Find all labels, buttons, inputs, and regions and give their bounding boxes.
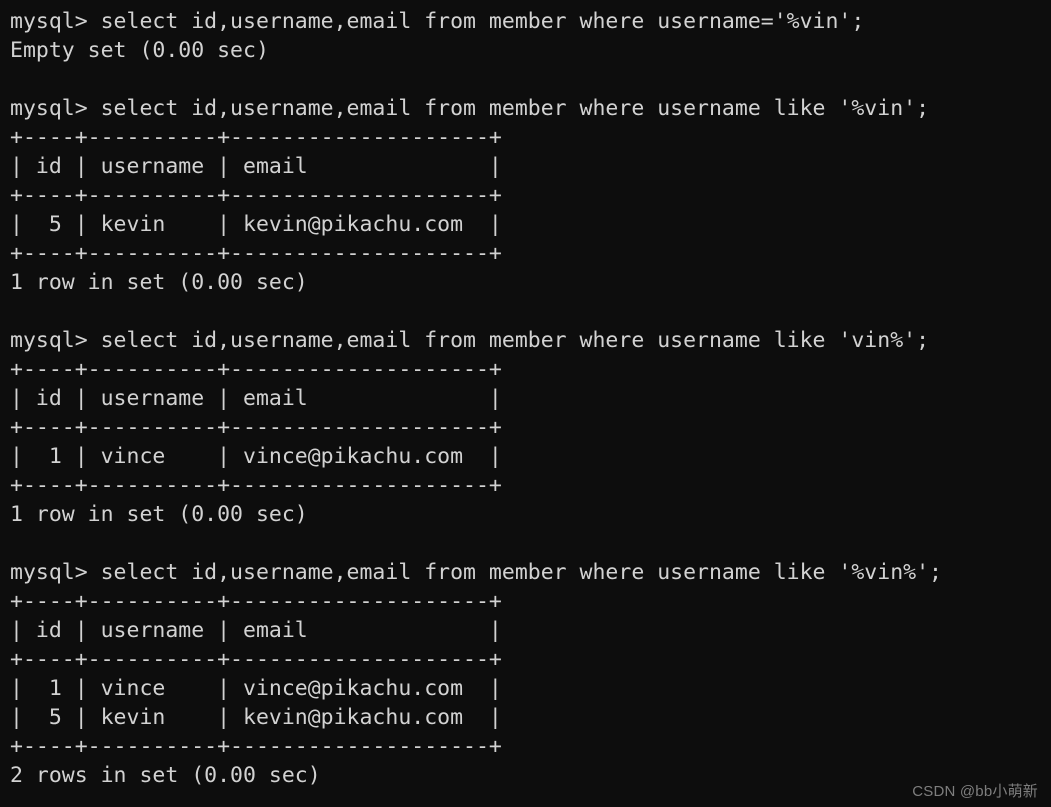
watermark: CSDN @bb小萌新 (912, 783, 1038, 800)
terminal-line: Empty set (0.00 sec) (10, 38, 269, 63)
terminal-line: +----+----------+--------------------+ (10, 647, 502, 672)
terminal-window[interactable]: mysql> select id,username,email from mem… (0, 0, 1051, 807)
terminal-line: | 5 | kevin | kevin@pikachu.com | (10, 212, 502, 237)
terminal-line: | id | username | email | (10, 618, 502, 643)
terminal-line: 1 row in set (0.00 sec) (10, 270, 308, 295)
terminal-line: +----+----------+--------------------+ (10, 125, 502, 150)
terminal-line: mysql> select id,username,email from mem… (10, 560, 942, 585)
terminal-line: +----+----------+--------------------+ (10, 241, 502, 266)
terminal-line: +----+----------+--------------------+ (10, 415, 502, 440)
terminal-line: +----+----------+--------------------+ (10, 589, 502, 614)
terminal-output: mysql> select id,username,email from mem… (10, 7, 1051, 790)
terminal-line: 1 row in set (0.00 sec) (10, 502, 308, 527)
terminal-line: +----+----------+--------------------+ (10, 473, 502, 498)
terminal-line: | 1 | vince | vince@pikachu.com | (10, 444, 502, 469)
terminal-line: | id | username | email | (10, 154, 502, 179)
terminal-line: mysql> select id,username,email from mem… (10, 96, 930, 121)
terminal-line: +----+----------+--------------------+ (10, 183, 502, 208)
terminal-line: mysql> select id,username,email from mem… (10, 328, 930, 353)
terminal-line: mysql> select id,username,email from mem… (10, 9, 865, 34)
terminal-line: | 5 | kevin | kevin@pikachu.com | (10, 705, 502, 730)
terminal-line: +----+----------+--------------------+ (10, 734, 502, 759)
terminal-line: +----+----------+--------------------+ (10, 357, 502, 382)
terminal-line: 2 rows in set (0.00 sec) (10, 763, 321, 788)
terminal-line: | 1 | vince | vince@pikachu.com | (10, 676, 502, 701)
terminal-line: | id | username | email | (10, 386, 502, 411)
